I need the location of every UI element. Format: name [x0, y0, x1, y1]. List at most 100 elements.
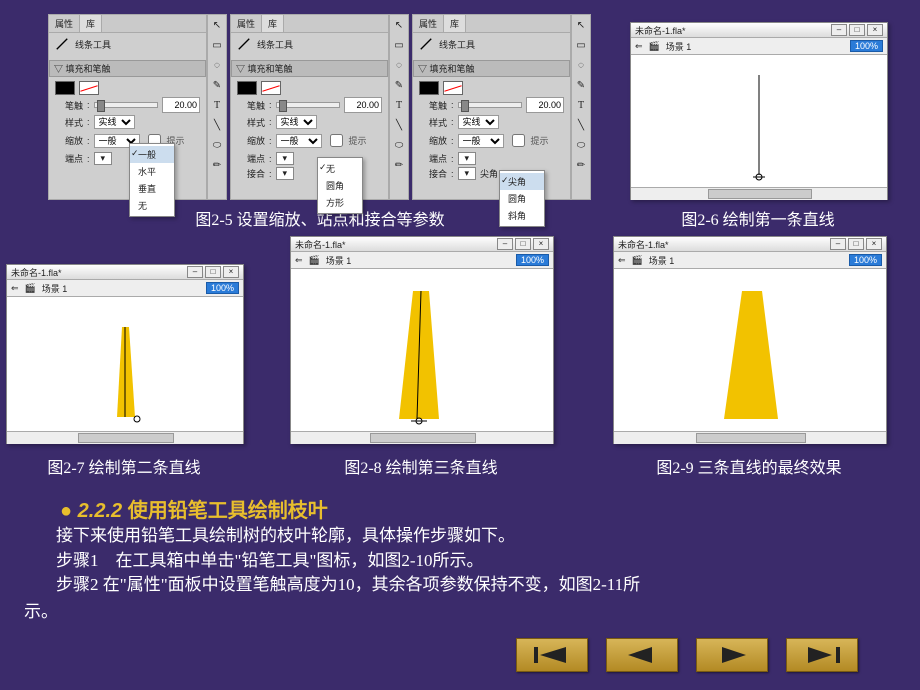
tool-brush[interactable]: ⬭: [208, 136, 226, 154]
scale-popup: 一般 水平 垂直 无: [129, 143, 175, 217]
caps-dropdown[interactable]: ▾: [458, 152, 477, 165]
zoom-display[interactable]: 100%: [516, 254, 549, 266]
label-caps: 端点: [55, 152, 83, 165]
scale-select[interactable]: 一般: [276, 134, 322, 148]
tab-library[interactable]: 库: [262, 15, 284, 32]
tool-indicator: 线条工具: [49, 33, 206, 55]
popup-item-vertical[interactable]: 垂直: [130, 180, 174, 197]
tool-subselect[interactable]: ▭: [208, 36, 226, 54]
popup-item-normal[interactable]: 一般: [130, 146, 174, 163]
window-close-icon[interactable]: ×: [867, 24, 883, 36]
fill-swatch[interactable]: [79, 81, 99, 95]
window-minimize-icon[interactable]: –: [830, 238, 846, 250]
tab-properties[interactable]: 属性: [231, 15, 262, 32]
stroke-slider[interactable]: [94, 102, 158, 108]
join-popup: 尖角 圆角 斜角: [499, 170, 545, 227]
window-title: 未命名-1.fla*: [618, 238, 669, 251]
popup-item-miter[interactable]: 尖角: [500, 173, 544, 190]
window-minimize-icon[interactable]: –: [831, 24, 847, 36]
caption-2-7: 图2-7 绘制第二条直线: [6, 454, 242, 478]
window-title: 未命名-1.fla*: [11, 266, 62, 279]
line-tool-icon: [55, 37, 69, 51]
zoom-display[interactable]: 100%: [849, 254, 882, 266]
body-line4: 示。: [24, 597, 58, 622]
tool-pencil[interactable]: ✏: [208, 156, 226, 174]
zoom-display[interactable]: 100%: [850, 40, 883, 52]
scene-icon: 🎬: [309, 255, 320, 266]
style-select[interactable]: 实线: [458, 115, 499, 129]
tab-library[interactable]: 库: [80, 15, 102, 32]
toolbox-c: ↖▭◌✎T╲⬭✏: [571, 14, 591, 200]
back-arrow-icon[interactable]: ⇐: [635, 41, 643, 52]
scale-select[interactable]: 一般: [458, 134, 504, 148]
hint-checkbox[interactable]: [512, 134, 525, 147]
window-close-icon[interactable]: ×: [533, 238, 549, 250]
tab-properties[interactable]: 属性: [413, 15, 444, 32]
nav-last-button[interactable]: [786, 638, 858, 672]
join-dropdown[interactable]: ▾: [458, 167, 477, 180]
back-arrow-icon[interactable]: ⇐: [11, 283, 19, 294]
nav-next-icon: [712, 645, 752, 665]
caption-2-9: 图2-9 三条直线的最终效果: [613, 454, 885, 478]
nav-prev-button[interactable]: [606, 638, 678, 672]
scene-name: 场景 1: [649, 254, 675, 267]
nav-first-button[interactable]: [516, 638, 588, 672]
canvas-fig29: [614, 269, 886, 431]
body-line2: 步骤1 在工具箱中单击"铅笔工具"图标，如图2-10所示。: [56, 549, 880, 574]
canvas-fig27: [7, 297, 243, 431]
window-minimize-icon[interactable]: –: [187, 266, 203, 278]
window-minimize-icon[interactable]: –: [497, 238, 513, 250]
nav-next-button[interactable]: [696, 638, 768, 672]
popup-item-square[interactable]: 方形: [318, 194, 362, 211]
stroke-swatch[interactable]: [237, 81, 257, 95]
fill-swatch[interactable]: [443, 81, 463, 95]
tab-library[interactable]: 库: [444, 15, 466, 32]
zoom-display[interactable]: 100%: [206, 282, 239, 294]
tool-lasso[interactable]: ◌: [208, 56, 226, 74]
popup-item-none[interactable]: 无: [130, 197, 174, 214]
tool-pen[interactable]: ✎: [208, 76, 226, 94]
stroke-slider[interactable]: [458, 102, 522, 108]
window-maximize-icon[interactable]: □: [849, 24, 865, 36]
caps-dropdown[interactable]: ▾: [94, 152, 113, 165]
tool-arrow[interactable]: ↖: [208, 16, 226, 34]
tool-name: 线条工具: [439, 38, 475, 51]
popup-item-round[interactable]: 圆角: [318, 177, 362, 194]
style-select[interactable]: 实线: [94, 115, 135, 129]
popup-item-bevel[interactable]: 斜角: [500, 207, 544, 224]
label-miter: 尖角: [480, 167, 498, 180]
window-maximize-icon[interactable]: □: [515, 238, 531, 250]
label-scale: 缩放: [55, 134, 83, 147]
stroke-size-input[interactable]: [344, 97, 382, 113]
window-maximize-icon[interactable]: □: [848, 238, 864, 250]
stroke-swatch[interactable]: [55, 81, 75, 95]
tool-line[interactable]: ╲: [208, 116, 226, 134]
flash-window-fig29: 未命名-1.fla*–□× ⇐🎬场景 1100%: [613, 236, 887, 444]
tab-properties[interactable]: 属性: [49, 15, 80, 32]
heading-title: 使用铅笔工具绘制枝叶: [128, 500, 328, 522]
stroke-size-input[interactable]: [162, 97, 200, 113]
back-arrow-icon[interactable]: ⇐: [295, 255, 303, 266]
hint-checkbox[interactable]: [330, 134, 343, 147]
stroke-slider[interactable]: [276, 102, 340, 108]
fill-swatch[interactable]: [261, 81, 281, 95]
popup-item-none[interactable]: 无: [318, 160, 362, 177]
stroke-swatch[interactable]: [419, 81, 439, 95]
line-tool-icon: [419, 37, 433, 51]
style-select[interactable]: 实线: [276, 115, 317, 129]
tool-text[interactable]: T: [208, 96, 226, 114]
caps-dropdown[interactable]: ▾: [276, 152, 295, 165]
window-close-icon[interactable]: ×: [866, 238, 882, 250]
window-maximize-icon[interactable]: □: [205, 266, 221, 278]
body-line1: 接下来使用铅笔工具绘制树的枝叶轮廓，具体操作步骤如下。: [56, 524, 880, 549]
stroke-size-input[interactable]: [526, 97, 564, 113]
flash-window-fig27: 未命名-1.fla*–□× ⇐🎬场景 1100%: [6, 264, 244, 444]
popup-item-horizontal[interactable]: 水平: [130, 163, 174, 180]
join-dropdown[interactable]: ▾: [276, 167, 295, 180]
caption-2-6: 图2-6 绘制第一条直线: [630, 206, 886, 230]
popup-item-round[interactable]: 圆角: [500, 190, 544, 207]
toolbox-a: ↖ ▭ ◌ ✎ T ╲ ⬭ ✏: [207, 14, 227, 200]
back-arrow-icon[interactable]: ⇐: [618, 255, 626, 266]
window-close-icon[interactable]: ×: [223, 266, 239, 278]
flash-window-fig26: 未命名-1.fla* – □ × ⇐ 🎬 场景 1 100%: [630, 22, 888, 200]
